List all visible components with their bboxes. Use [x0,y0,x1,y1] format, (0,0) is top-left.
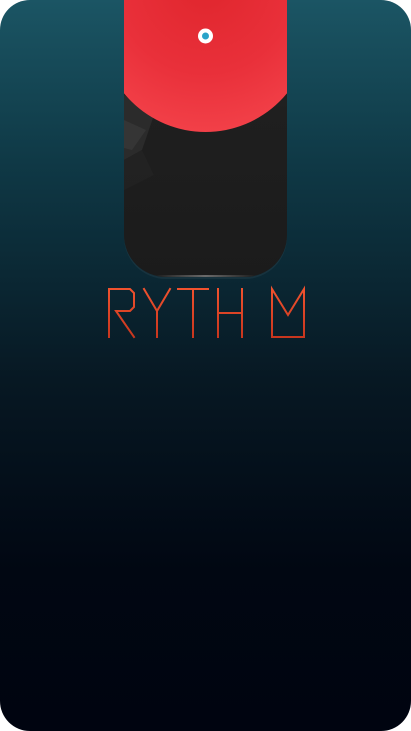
record-disc [124,0,287,132]
splash-screen [0,0,411,731]
album-art-card [124,0,287,277]
card-highlight [154,275,257,277]
rythm-logo [108,285,305,339]
vinyl-record-icon [124,0,287,190]
